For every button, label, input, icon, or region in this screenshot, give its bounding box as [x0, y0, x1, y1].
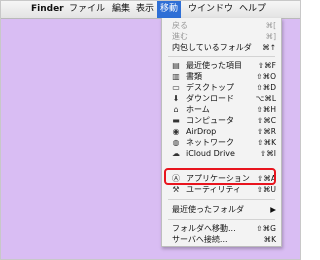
menu-item-airdrop[interactable]: ◉ AirDrop ⇧⌘R	[162, 126, 281, 137]
shortcut: ⌘↑	[262, 43, 276, 52]
menu-item-label: コンピュータ	[186, 116, 234, 125]
utilities-icon: ⚒	[172, 185, 180, 194]
menu-item-label: サーバへ接続...	[172, 235, 228, 244]
network-icon: ◍	[172, 138, 180, 147]
shortcut: ⌘K	[263, 235, 276, 244]
applications-icon: Ⓐ	[172, 174, 180, 183]
documents-icon: ▥	[172, 72, 180, 81]
shortcut: ⇧⌘R	[257, 127, 276, 136]
menu-item-icloud-drive[interactable]: ☁ iCloud Drive ⇧⌘I	[162, 148, 281, 159]
menu-item-label: ホーム	[186, 105, 210, 114]
go-menu-dropdown: 戻る ⌘[ 進む ⌘] 内包しているフォルダ ⌘↑ ▤ 最近使った項目 ⇧⌘F …	[161, 18, 282, 247]
separator	[168, 219, 275, 220]
menu-item-applications[interactable]: Ⓐ アプリケーション ⇧⌘A	[162, 173, 281, 184]
menu-item-label: iCloud Drive	[186, 149, 235, 158]
downloads-icon: ⬇	[172, 94, 180, 103]
shortcut: ⌘[	[265, 21, 276, 30]
menu-item-label: 進む	[172, 32, 188, 41]
menu-go[interactable]: 移動	[157, 1, 181, 18]
recents-icon: ▤	[172, 61, 180, 70]
menu-item-label: 書類	[186, 72, 202, 81]
menu-item-back[interactable]: 戻る ⌘[	[162, 20, 281, 31]
menu-item-computer[interactable]: ▬ コンピュータ ⇧⌘C	[162, 115, 281, 126]
screenshot-frame: Finder ファイル 編集 表示 移動 ウインドウ ヘルプ 戻る ⌘[ 進む …	[0, 0, 301, 260]
menu-item-go-to-folder[interactable]: フォルダへ移動... ⇧⌘G	[162, 223, 281, 234]
menu-item-forward[interactable]: 進む ⌘]	[162, 31, 281, 42]
icloud-icon: ☁	[172, 149, 180, 158]
menu-item-label: 内包しているフォルダ	[172, 43, 252, 52]
menu-help[interactable]: ヘルプ	[239, 1, 266, 18]
menu-item-network[interactable]: ◍ ネットワーク ⇧⌘K	[162, 137, 281, 148]
menu-item-label: デスクトップ	[186, 83, 234, 92]
menu-item-label: ネットワーク	[186, 138, 234, 147]
airdrop-icon: ◉	[172, 127, 180, 136]
menu-item-documents[interactable]: ▥ 書類 ⇧⌘O	[162, 71, 281, 82]
shortcut: ⇧⌘I	[260, 149, 276, 158]
shortcut: ⇧⌘H	[256, 105, 276, 114]
separator	[168, 56, 275, 57]
menu-view[interactable]: 表示	[136, 1, 154, 18]
computer-icon: ▬	[172, 116, 180, 125]
shortcut: ⇧⌘F	[257, 61, 276, 70]
desktop-icon: ▭	[172, 83, 180, 92]
menu-item-recent-folders[interactable]: 最近使ったフォルダ ▶	[162, 204, 281, 215]
menu-window[interactable]: ウインドウ	[188, 1, 233, 18]
menu-item-label: AirDrop	[186, 127, 217, 136]
menu-item-utilities[interactable]: ⚒ ユーティリティ ⇧⌘U	[162, 184, 281, 195]
menu-file[interactable]: ファイル	[69, 1, 105, 18]
menu-item-label: 戻る	[172, 21, 188, 30]
menu-item-label: フォルダへ移動...	[172, 224, 236, 233]
shortcut: ⇧⌘D	[256, 83, 276, 92]
menu-item-label: ダウンロード	[186, 94, 234, 103]
menu-item-label: ユーティリティ	[186, 185, 242, 194]
menu-item-label: 最近使ったフォルダ	[172, 205, 244, 214]
menu-bar: Finder ファイル 編集 表示 移動 ウインドウ ヘルプ	[1, 1, 300, 19]
menu-item-label: 最近使った項目	[186, 61, 242, 70]
submenu-arrow-icon: ▶	[270, 205, 276, 214]
menu-item-home[interactable]: ⌂ ホーム ⇧⌘H	[162, 104, 281, 115]
menu-edit[interactable]: 編集	[112, 1, 130, 18]
shortcut: ⇧⌘K	[257, 138, 276, 147]
shortcut: ⇧⌘U	[256, 185, 276, 194]
menu-item-enclosing-folder[interactable]: 内包しているフォルダ ⌘↑	[162, 42, 281, 53]
menu-item-desktop[interactable]: ▭ デスクトップ ⇧⌘D	[162, 82, 281, 93]
shortcut: ⌘]	[265, 32, 276, 41]
shortcut: ⇧⌘O	[256, 72, 276, 81]
separator	[168, 199, 275, 200]
menu-item-downloads[interactable]: ⬇ ダウンロード ⌥⌘L	[162, 93, 281, 104]
menu-item-label: アプリケーション	[186, 174, 250, 183]
shortcut: ⌥⌘L	[255, 94, 276, 103]
shortcut: ⇧⌘C	[256, 116, 276, 125]
menu-item-recents[interactable]: ▤ 最近使った項目 ⇧⌘F	[162, 60, 281, 71]
home-icon: ⌂	[173, 105, 179, 114]
shortcut: ⇧⌘A	[257, 174, 276, 183]
menu-finder[interactable]: Finder	[31, 1, 64, 18]
menu-item-connect-to-server[interactable]: サーバへ接続... ⌘K	[162, 234, 281, 245]
shortcut: ⇧⌘G	[256, 224, 276, 233]
